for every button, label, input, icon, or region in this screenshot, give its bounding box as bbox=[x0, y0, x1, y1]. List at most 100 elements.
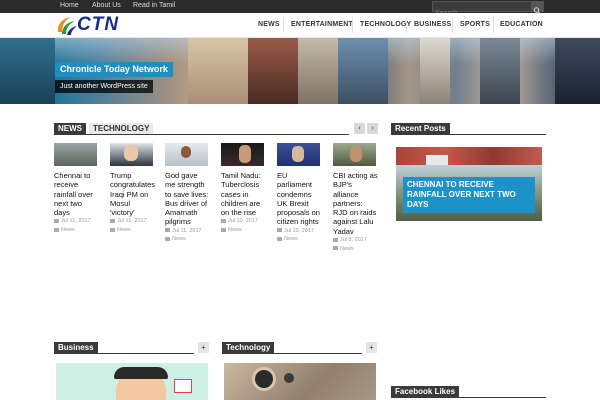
recent-post-caption[interactable]: CHENNAI TO RECEIVE RAINFALL OVER NEXT TW… bbox=[403, 177, 535, 213]
top-link-tamil[interactable]: Read in Tamil bbox=[133, 2, 175, 9]
news-card[interactable]: EU parliament condemns UK Brexit proposa… bbox=[277, 143, 322, 242]
news-date: Jul 10, 2017 bbox=[221, 218, 266, 225]
banner-photo bbox=[555, 38, 600, 104]
technology-image[interactable] bbox=[224, 363, 376, 400]
image-tax-paper bbox=[174, 379, 192, 393]
news-title[interactable]: EU parliament condemns UK Brexit proposa… bbox=[277, 171, 322, 227]
section-underline bbox=[54, 134, 349, 135]
news-card[interactable]: Chennai to receive rainfall over next tw… bbox=[54, 143, 99, 233]
section-underline bbox=[222, 353, 362, 354]
news-card[interactable]: Trump congratulates Iraqi PM on Mosul 'v… bbox=[110, 143, 155, 233]
banner-photo bbox=[480, 38, 520, 104]
news-date: Jul 8, 2017 bbox=[333, 237, 378, 244]
banner-photo bbox=[188, 38, 248, 104]
site-title[interactable]: Chronicle Today Network bbox=[55, 62, 173, 77]
news-title[interactable]: God gave me strength to save lives: Bus … bbox=[165, 171, 210, 227]
image-lens bbox=[284, 373, 294, 383]
nav-news[interactable]: NEWS bbox=[258, 21, 280, 28]
logo-swoosh-icon bbox=[57, 17, 77, 35]
folder-icon bbox=[54, 227, 59, 232]
news-card[interactable]: God gave me strength to save lives: Bus … bbox=[165, 143, 210, 242]
news-thumbnail[interactable] bbox=[165, 143, 208, 166]
news-thumbnail[interactable] bbox=[277, 143, 320, 166]
nav-education[interactable]: EDUCATION bbox=[500, 21, 543, 28]
folder-icon bbox=[333, 246, 338, 251]
nav-divider bbox=[406, 17, 407, 33]
news-category-text[interactable]: News bbox=[284, 236, 298, 242]
news-card[interactable]: Tamil Nadu: Tuberclosis cases in childre… bbox=[221, 143, 266, 233]
folder-icon bbox=[221, 227, 226, 232]
news-date-text: Jul 11, 2017 bbox=[172, 227, 202, 234]
site-header: CTN NEWS ENTERTAINMENT TECHNOLOGY BUSINE… bbox=[0, 13, 600, 38]
news-category[interactable]: News bbox=[277, 236, 322, 242]
news-category[interactable]: News bbox=[54, 227, 99, 233]
prev-arrow-button[interactable]: ‹ bbox=[354, 123, 365, 134]
banner-photo bbox=[298, 38, 338, 104]
news-date-text: Jul 10, 2017 bbox=[228, 218, 258, 225]
news-date-text: Jul 11, 2017 bbox=[117, 218, 147, 225]
image-hair bbox=[114, 367, 168, 379]
news-category-text[interactable]: News bbox=[61, 227, 75, 233]
clock-icon bbox=[333, 237, 338, 242]
news-thumbnail[interactable] bbox=[221, 143, 264, 166]
news-title[interactable]: Tamil Nadu: Tuberclosis cases in childre… bbox=[221, 171, 266, 217]
news-category-text[interactable]: News bbox=[340, 246, 354, 252]
section-underline bbox=[391, 134, 546, 135]
news-thumbnail[interactable] bbox=[333, 143, 376, 166]
image-awning bbox=[396, 147, 542, 165]
news-title[interactable]: Trump congratulates Iraqi PM on Mosul 'v… bbox=[110, 171, 155, 217]
site-tagline: Just another WordPress site bbox=[55, 80, 153, 93]
thumb-face bbox=[292, 146, 304, 162]
news-title[interactable]: CBI acting as BJP's alliance partners: R… bbox=[333, 171, 378, 236]
thumb-face bbox=[124, 145, 138, 161]
thumb-face bbox=[350, 146, 362, 162]
clock-icon bbox=[221, 219, 226, 224]
business-image[interactable] bbox=[56, 363, 208, 400]
technology-more-button[interactable]: + bbox=[366, 342, 377, 353]
image-camera bbox=[252, 367, 276, 391]
news-category[interactable]: News bbox=[333, 246, 378, 252]
nav-entertainment[interactable]: ENTERTAINMENT bbox=[291, 21, 353, 28]
news-thumbnail[interactable] bbox=[54, 143, 97, 166]
business-more-button[interactable]: + bbox=[198, 342, 209, 353]
thumb-face bbox=[239, 145, 251, 163]
news-category[interactable]: News bbox=[110, 227, 155, 233]
news-category[interactable]: News bbox=[165, 236, 210, 242]
top-link-home[interactable]: Home bbox=[60, 2, 79, 9]
section-underline bbox=[391, 397, 546, 398]
news-date-text: Jul 8, 2017 bbox=[340, 237, 367, 244]
nav-divider bbox=[283, 17, 284, 33]
section-underline bbox=[54, 353, 194, 354]
business-header: Business + bbox=[54, 342, 210, 354]
nav-technology[interactable]: TECHNOLOGY bbox=[360, 21, 411, 28]
top-link-about[interactable]: About Us bbox=[92, 2, 121, 9]
news-category-text[interactable]: News bbox=[172, 236, 186, 242]
folder-icon bbox=[165, 236, 170, 241]
clock-icon bbox=[165, 228, 170, 233]
clock-icon bbox=[110, 219, 115, 224]
next-arrow-button[interactable]: › bbox=[367, 123, 378, 134]
news-category-text[interactable]: News bbox=[117, 227, 131, 233]
search-button[interactable] bbox=[531, 2, 543, 14]
nav-business[interactable]: BUSINESS bbox=[414, 21, 451, 28]
site-logo[interactable]: CTN bbox=[55, 14, 150, 37]
clock-icon bbox=[277, 228, 282, 233]
nav-sports[interactable]: SPORTS bbox=[460, 21, 490, 28]
folder-icon bbox=[277, 236, 282, 241]
news-date: Jul 10, 2017 bbox=[277, 228, 322, 235]
news-date-text: Jul 11, 2017 bbox=[61, 218, 91, 225]
news-category[interactable]: News bbox=[221, 227, 266, 233]
banner-photo bbox=[338, 38, 388, 104]
folder-icon bbox=[110, 227, 115, 232]
nav-divider bbox=[452, 17, 453, 33]
image-vehicle bbox=[426, 155, 448, 165]
news-title[interactable]: Chennai to receive rainfall over next tw… bbox=[54, 171, 99, 217]
banner-photo bbox=[0, 38, 55, 104]
nav-divider bbox=[352, 17, 353, 33]
clock-icon bbox=[54, 219, 59, 224]
search-box bbox=[432, 1, 544, 18]
logo-text: CTN bbox=[77, 14, 120, 35]
news-category-text[interactable]: News bbox=[228, 227, 242, 233]
news-card[interactable]: CBI acting as BJP's alliance partners: R… bbox=[333, 143, 378, 252]
news-thumbnail[interactable] bbox=[110, 143, 153, 166]
